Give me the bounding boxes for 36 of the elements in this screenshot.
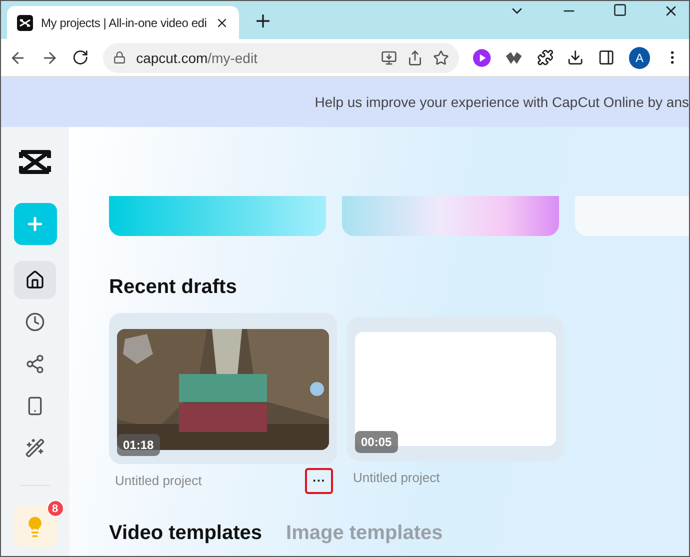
app-logo-icon[interactable] [18, 147, 52, 177]
draft-card[interactable]: 01:18 [109, 313, 337, 464]
app-logo-icon [17, 14, 33, 30]
notification-badge: 8 [46, 500, 64, 517]
project-name: Untitled project [115, 473, 202, 488]
profile-avatar[interactable]: A [628, 46, 650, 68]
side-panel-icon[interactable] [598, 49, 615, 66]
plus-icon [25, 214, 45, 234]
clock-icon [25, 312, 45, 332]
tab-title: My projects | All-in-one video edi [41, 16, 207, 30]
bookmark-star-icon[interactable] [433, 50, 450, 66]
magic-wand-icon [25, 438, 45, 458]
address-bar[interactable]: capcut.com/my-edit [103, 42, 460, 72]
install-icon[interactable] [381, 50, 398, 66]
home-icon [25, 270, 45, 290]
template-tab[interactable]: Video templates [109, 522, 262, 545]
reload-icon[interactable] [72, 49, 90, 66]
draft-card[interactable]: 00:05 [347, 317, 564, 461]
lock-icon [113, 51, 126, 64]
section-title: Recent drafts [109, 276, 238, 299]
play-extension-icon[interactable] [473, 48, 491, 66]
more-button[interactable]: ··· [305, 468, 333, 494]
duration-label: 00:05 [355, 431, 398, 453]
extension-icon[interactable] [504, 50, 523, 64]
duration-label: 01:18 [117, 434, 160, 456]
extensions-icon[interactable] [536, 49, 554, 66]
tips-button[interactable] [14, 506, 56, 547]
url-text: capcut.com/my-edit [136, 50, 258, 66]
maximize-icon[interactable] [613, 3, 627, 17]
share-icon [25, 354, 45, 374]
banner-text: Help us improve your experience with CapCut Online by ans [314, 94, 689, 110]
download-icon[interactable] [567, 49, 584, 66]
browser-tab[interactable]: My projects | All-in-one video edi [7, 6, 239, 39]
share-page-icon[interactable] [407, 50, 424, 66]
project-name: Untitled project [353, 470, 440, 485]
sidebar-item[interactable] [14, 261, 56, 299]
